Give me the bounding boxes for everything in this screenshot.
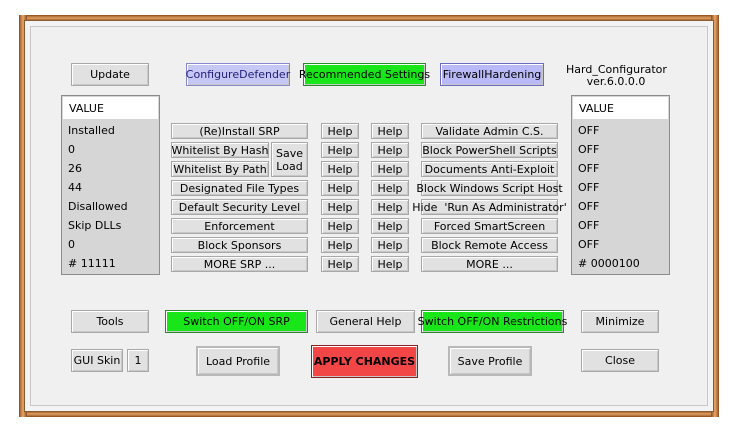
apply-changes-button[interactable]: APPLY CHANGES bbox=[311, 345, 418, 378]
help-more-srp-button[interactable]: Help bbox=[321, 256, 359, 272]
save-load-whitelist-button[interactable]: Save Load bbox=[271, 142, 308, 177]
reinstall-srp-button[interactable]: (Re)Install SRP bbox=[171, 123, 308, 139]
configure-defender-button[interactable]: ConfigureDefender bbox=[186, 63, 290, 86]
help-anti-exploit-button[interactable]: Help bbox=[371, 161, 409, 177]
left-value-hash-count: 0 bbox=[68, 143, 75, 156]
left-value-more-srp: # 11111 bbox=[68, 257, 116, 270]
block-sponsors-button[interactable]: Block Sponsors bbox=[171, 237, 308, 253]
left-value-srp-status: Installed bbox=[68, 124, 115, 137]
more-srp-button[interactable]: MORE SRP ... bbox=[171, 256, 308, 272]
help-reinstall-srp-button[interactable]: Help bbox=[321, 123, 359, 139]
right-value-admin-cs: OFF bbox=[578, 124, 600, 137]
save-label: Save bbox=[275, 146, 303, 160]
hide-run-as-administrator-button[interactable]: Hide 'Run As Administrator' bbox=[412, 199, 567, 215]
validate-admin-cs-button[interactable]: Validate Admin C.S. bbox=[421, 123, 558, 139]
gui-skin-button[interactable]: GUI Skin bbox=[71, 349, 123, 372]
help-enforcement-button[interactable]: Help bbox=[321, 218, 359, 234]
update-button[interactable]: Update bbox=[71, 63, 149, 86]
tools-button[interactable]: Tools bbox=[71, 310, 149, 333]
firewall-hardening-button[interactable]: FirewallHardening bbox=[440, 63, 544, 86]
right-value-remote-access: OFF bbox=[578, 238, 600, 251]
left-value-sponsors: 0 bbox=[68, 238, 75, 251]
left-value-enforcement: Skip DLLs bbox=[68, 219, 122, 232]
documents-anti-exploit-button[interactable]: Documents Anti-Exploit bbox=[421, 161, 558, 177]
help-whitelist-hash-button[interactable]: Help bbox=[321, 142, 359, 158]
help-whitelist-path-button[interactable]: Help bbox=[321, 161, 359, 177]
close-button[interactable]: Close bbox=[581, 349, 659, 372]
help-smartscreen-button[interactable]: Help bbox=[371, 218, 409, 234]
load-label: Load bbox=[276, 159, 303, 173]
app-version: ver.6.0.0.0 bbox=[586, 75, 646, 88]
more-restrictions-button[interactable]: MORE ... bbox=[421, 256, 558, 272]
right-value-script-host: OFF bbox=[578, 181, 600, 194]
block-windows-script-host-button[interactable]: Block Windows Script Host bbox=[416, 180, 563, 196]
right-value-more: # 0000100 bbox=[578, 257, 640, 270]
left-value-path-count: 26 bbox=[68, 162, 82, 175]
recommended-settings-button[interactable]: Recommended Settings bbox=[299, 63, 430, 86]
left-value-security-level: Disallowed bbox=[68, 200, 128, 213]
help-security-level-button[interactable]: Help bbox=[321, 199, 359, 215]
forced-smartscreen-button[interactable]: Forced SmartScreen bbox=[421, 218, 558, 234]
gui-skin-number[interactable]: 1 bbox=[127, 349, 149, 372]
switch-restrictions-button[interactable]: Switch OFF/ON Restrictions bbox=[418, 310, 567, 333]
help-more-button[interactable]: Help bbox=[371, 256, 409, 272]
designated-file-types-button[interactable]: Designated File Types bbox=[171, 180, 308, 196]
default-security-level-button[interactable]: Default Security Level bbox=[171, 199, 308, 215]
block-remote-access-button[interactable]: Block Remote Access bbox=[421, 237, 558, 253]
help-script-host-button[interactable]: Help bbox=[371, 180, 409, 196]
right-list-header: VALUE bbox=[573, 97, 668, 119]
general-help-button[interactable]: General Help bbox=[316, 310, 415, 333]
whitelist-by-path-button[interactable]: Whitelist By Path bbox=[171, 161, 269, 177]
help-file-types-button[interactable]: Help bbox=[321, 180, 359, 196]
right-value-run-as-admin: OFF bbox=[578, 200, 600, 213]
help-sponsors-button[interactable]: Help bbox=[321, 237, 359, 253]
minimize-button[interactable]: Minimize bbox=[581, 310, 659, 333]
load-profile-button[interactable]: Load Profile bbox=[196, 346, 280, 376]
whitelist-by-hash-button[interactable]: Whitelist By Hash bbox=[171, 142, 269, 158]
help-run-as-admin-button[interactable]: Help bbox=[371, 199, 409, 215]
help-remote-access-button[interactable]: Help bbox=[371, 237, 409, 253]
left-value-file-types: 44 bbox=[68, 181, 82, 194]
block-powershell-scripts-button[interactable]: Block PowerShell Scripts bbox=[421, 142, 558, 158]
right-value-smartscreen: OFF bbox=[578, 219, 600, 232]
help-powershell-button[interactable]: Help bbox=[371, 142, 409, 158]
left-list-header: VALUE bbox=[63, 97, 158, 119]
enforcement-button[interactable]: Enforcement bbox=[171, 218, 308, 234]
switch-srp-button[interactable]: Switch OFF/ON SRP bbox=[165, 310, 308, 333]
help-admin-cs-button[interactable]: Help bbox=[371, 123, 409, 139]
right-value-powershell: OFF bbox=[578, 143, 600, 156]
right-value-anti-exploit: OFF bbox=[578, 162, 600, 175]
save-profile-button[interactable]: Save Profile bbox=[448, 346, 532, 376]
